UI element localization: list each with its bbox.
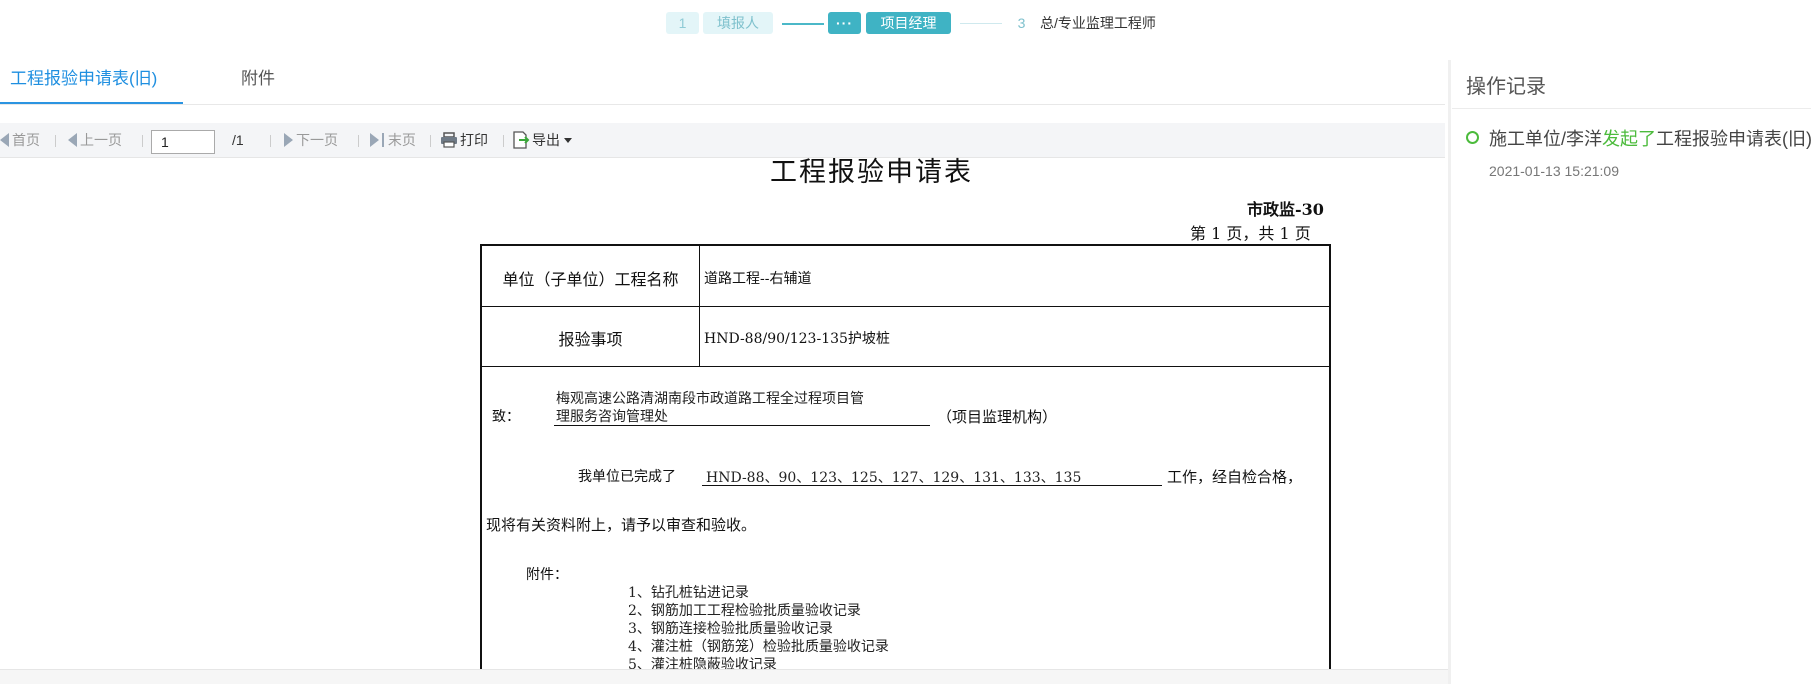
tab-attachments[interactable]: 附件 [241,62,275,105]
attachment-item: 2、钢筋加工工程检验批质量验收记录 [628,603,861,619]
last-page-button[interactable]: 末页 [370,123,416,158]
first-page-button[interactable]: 首页 [0,123,40,158]
inspection-item-label: 报验事项 [558,330,623,349]
attachment-item: 1、钻孔桩钻进记录 [628,585,749,601]
page-number-input[interactable] [151,130,215,154]
unit-name-label: 单位（子单位）工程名称 [502,270,679,289]
completed-prefix: 我单位已完成了 [578,469,676,485]
prev-page-icon [68,133,77,147]
inspection-item-value: HND-88/90/123-135护坡桩 [704,331,890,347]
export-button[interactable]: 导出 [512,123,572,158]
completed-items-value: HND-88、90、123、125、127、129、131、133、135 [706,470,1082,486]
step-1-number: 1 [666,12,699,34]
unit-name-value: 道路工程--右辅道 [704,271,812,287]
print-button[interactable]: 打印 [440,123,488,158]
step-3-number: 3 [1017,15,1026,31]
toolbar-separator [358,135,359,147]
next-page-button[interactable]: 下一页 [284,123,338,158]
prev-page-button[interactable]: 上一页 [68,123,122,158]
inspection-form-table: 单位（子单位）工程名称 道路工程--右辅道 报验事项 HND-88/90/123… [480,244,1331,684]
document-code: 市政监-30 [1247,200,1324,219]
panel-divider [1448,60,1451,684]
export-dropdown-icon [564,138,572,143]
toolbar-separator [55,135,56,147]
step-2-more-icon[interactable]: ··· [828,12,861,34]
log-action: 发起了 [1602,129,1657,149]
log-status-dot-icon [1466,131,1479,144]
last-page-icon [370,133,379,147]
request-text: 现将有关资料附上，请予以审查和验收。 [486,516,757,534]
step-1-label: 填报人 [703,12,773,34]
log-entry: 施工单位/李洋发起了工程报验申请表(旧) [1489,125,1811,151]
printer-icon [441,132,457,148]
toolbar-separator [503,135,504,147]
page-total: /1 [232,132,244,148]
attachments-label: 附件： [526,567,568,583]
active-tab-indicator [0,102,183,104]
approval-stepper: 1 填报人 ··· 项目经理 3 总/专业监理工程师 [0,10,1811,36]
export-icon [513,131,530,149]
toolbar-separator [430,135,431,147]
step-2-label: 项目经理 [866,12,951,34]
tab-inspection-form[interactable]: 工程报验申请表(旧) [10,62,157,105]
log-actor: 施工单位/李洋 [1489,129,1603,149]
step-connector-2 [960,23,1002,24]
to-label: 致： [492,409,520,425]
step-connector-1 [782,23,824,25]
operation-log-title: 操作记录 [1466,76,1546,98]
first-page-icon [0,133,9,147]
document-page-info: 第 1 页，共 1 页 [1190,224,1311,243]
document-tabs: 工程报验申请表(旧) 附件 [0,62,1445,105]
to-recipient-line1: 梅观高速公路清湖南段市政道路工程全过程项目管 [556,391,864,407]
toolbar-separator [142,135,143,147]
completed-suffix: 工作，经自检合格， [1167,468,1303,486]
attachment-item: 4、灌注桩（钢筋笼）检验批质量验收记录 [628,639,889,655]
next-page-icon [284,133,293,147]
horizontal-scrollbar[interactable] [0,669,1448,684]
report-toolbar: 首页 上一页 /1 下一页 末页 打印 导出 [0,123,1445,158]
log-timestamp: 2021-01-13 15:21:09 [1489,163,1619,179]
to-suffix: （项目监理机构） [937,408,1058,426]
document-title: 工程报验申请表 [770,157,973,188]
attachment-item: 3、钢筋连接检验批质量验收记录 [628,621,833,637]
log-object: 工程报验申请表(旧) [1656,129,1811,149]
toolbar-separator [270,135,271,147]
step-3-label: 总/专业监理工程师 [1040,15,1156,31]
to-recipient-line2: 理服务咨询管理处 [556,409,668,425]
